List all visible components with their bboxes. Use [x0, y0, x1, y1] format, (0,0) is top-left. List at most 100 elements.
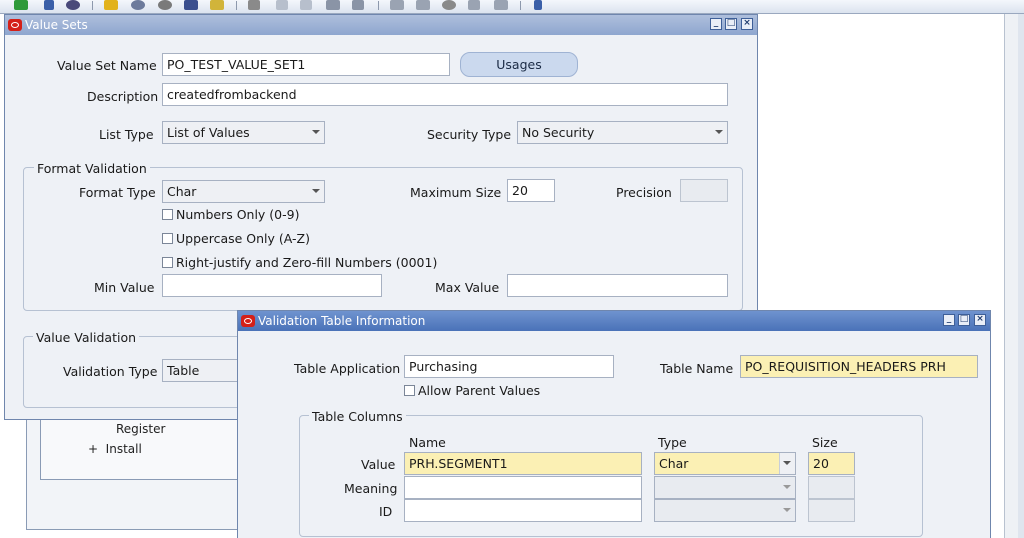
attachments-icon[interactable]	[468, 0, 480, 10]
value-sets-titlebar[interactable]: Value Sets _ □ ×	[5, 15, 757, 35]
column-header-type: Type	[658, 435, 687, 450]
chevron-down-icon[interactable]	[783, 485, 791, 489]
translations-icon[interactable]	[442, 0, 456, 10]
validation-table-titlebar[interactable]: Validation Table Information _ □ ×	[238, 311, 990, 331]
minimize-icon[interactable]: _	[710, 18, 722, 30]
oracle-logo-icon	[8, 19, 22, 31]
clear-record-icon[interactable]	[326, 0, 340, 10]
min-value-label: Min Value	[94, 280, 155, 295]
open-icon[interactable]	[44, 0, 54, 10]
navigator-item-register[interactable]: Register	[116, 422, 165, 436]
value-validation-title: Value Validation	[33, 330, 140, 345]
close-icon[interactable]: ×	[741, 18, 753, 30]
min-value-field[interactable]	[162, 274, 382, 297]
toolbar-separator	[236, 1, 237, 10]
maximize-icon[interactable]: □	[725, 18, 737, 30]
list-type-value: List of Values	[167, 125, 250, 140]
description-label: Description	[87, 89, 159, 104]
switch-responsibility-icon[interactable]	[158, 0, 172, 10]
value-set-name-label: Value Set Name	[57, 58, 157, 73]
value-set-name-field[interactable]: PO_TEST_VALUE_SET1	[162, 53, 450, 76]
numbers-only-checkbox[interactable]	[162, 209, 173, 220]
list-type-label: List Type	[99, 127, 154, 142]
uppercase-only-checkbox[interactable]	[162, 233, 173, 244]
minimize-icon[interactable]: _	[943, 314, 955, 326]
toolbar	[0, 0, 1024, 14]
navigator-item-install[interactable]: + Install	[88, 442, 142, 456]
folder-tools-icon[interactable]	[494, 0, 508, 10]
validation-type-value: Table	[167, 363, 200, 378]
column-header-name: Name	[409, 435, 446, 450]
maximum-size-field[interactable]: 20	[507, 179, 555, 202]
numbers-only-label[interactable]: Numbers Only (0-9)	[176, 207, 299, 222]
row-label-value: Value	[361, 457, 396, 472]
max-value-field[interactable]	[507, 274, 728, 297]
format-type-select[interactable]: Char	[162, 180, 325, 203]
print-icon[interactable]	[184, 0, 198, 10]
vertical-scrollbar[interactable]	[1004, 14, 1018, 538]
window-title: Value Sets	[25, 18, 88, 32]
uppercase-only-label[interactable]: Uppercase Only (A-Z)	[176, 231, 310, 246]
close-form-icon[interactable]	[210, 0, 224, 10]
value-column-type-value: Char	[659, 456, 689, 471]
copy-icon[interactable]	[276, 0, 288, 10]
edit-field-icon[interactable]	[390, 0, 404, 10]
toolbar-separator	[92, 1, 93, 10]
allow-parent-values-checkbox[interactable]	[404, 385, 415, 396]
delete-icon[interactable]	[352, 0, 364, 10]
chevron-down-icon[interactable]	[783, 508, 791, 512]
chevron-down-icon[interactable]	[783, 461, 791, 465]
security-type-value: No Security	[522, 125, 595, 140]
zoom-icon[interactable]	[416, 0, 430, 10]
usages-button[interactable]: Usages	[460, 52, 578, 77]
description-field[interactable]: createdfrombackend	[162, 83, 728, 106]
meaning-column-size-field	[808, 476, 855, 499]
id-column-name-field[interactable]	[404, 499, 642, 522]
list-type-select[interactable]: List of Values	[162, 121, 325, 144]
validation-type-label: Validation Type	[63, 364, 158, 379]
find-icon[interactable]	[66, 0, 80, 10]
table-name-label: Table Name	[660, 361, 734, 376]
table-name-field[interactable]: PO_REQUISITION_HEADERS PRH	[740, 355, 978, 378]
paste-icon[interactable]	[300, 0, 312, 10]
value-column-size-field[interactable]: 20	[808, 452, 855, 475]
format-type-value: Char	[167, 184, 197, 199]
value-column-type-select[interactable]: Char	[654, 452, 796, 475]
column-header-size: Size	[812, 435, 838, 450]
close-icon[interactable]: ×	[974, 314, 986, 326]
precision-label: Precision	[616, 185, 672, 200]
chevron-down-icon[interactable]	[312, 130, 320, 134]
chevron-down-icon[interactable]	[715, 130, 723, 134]
toolbar-separator	[378, 1, 379, 10]
toolbar-separator	[520, 1, 521, 10]
next-step-icon[interactable]	[131, 0, 145, 10]
maximum-size-label: Maximum Size	[410, 185, 502, 200]
value-column-name-field[interactable]: PRH.SEGMENT1	[404, 452, 642, 475]
security-type-label: Security Type	[427, 127, 512, 142]
row-label-meaning: Meaning	[344, 481, 398, 496]
table-application-field[interactable]: Purchasing	[404, 355, 614, 378]
format-type-label: Format Type	[79, 185, 156, 200]
validation-table-window: Validation Table Information _ □ × Table…	[237, 310, 991, 538]
window-title: Validation Table Information	[258, 314, 426, 328]
allow-parent-values-label[interactable]: Allow Parent Values	[418, 383, 540, 398]
background-panel-edge	[1018, 14, 1024, 538]
meaning-column-type-select[interactable]	[654, 476, 796, 499]
right-justify-checkbox[interactable]	[162, 257, 173, 268]
chevron-down-icon[interactable]	[312, 189, 320, 193]
new-icon[interactable]	[14, 0, 28, 10]
cut-icon[interactable]	[248, 0, 260, 10]
maximize-icon[interactable]: □	[958, 314, 970, 326]
precision-field	[680, 179, 728, 202]
right-justify-label[interactable]: Right-justify and Zero-fill Numbers (000…	[176, 255, 437, 270]
table-application-label: Table Application	[294, 361, 401, 376]
id-column-size-field	[808, 499, 855, 522]
max-value-label: Max Value	[435, 280, 500, 295]
oracle-logo-icon	[241, 315, 255, 327]
id-column-type-select[interactable]	[654, 499, 796, 522]
save-icon[interactable]	[104, 0, 118, 10]
security-type-select[interactable]: No Security	[517, 121, 728, 144]
help-icon[interactable]	[534, 0, 542, 10]
format-validation-title: Format Validation	[34, 161, 150, 176]
meaning-column-name-field[interactable]	[404, 476, 642, 499]
